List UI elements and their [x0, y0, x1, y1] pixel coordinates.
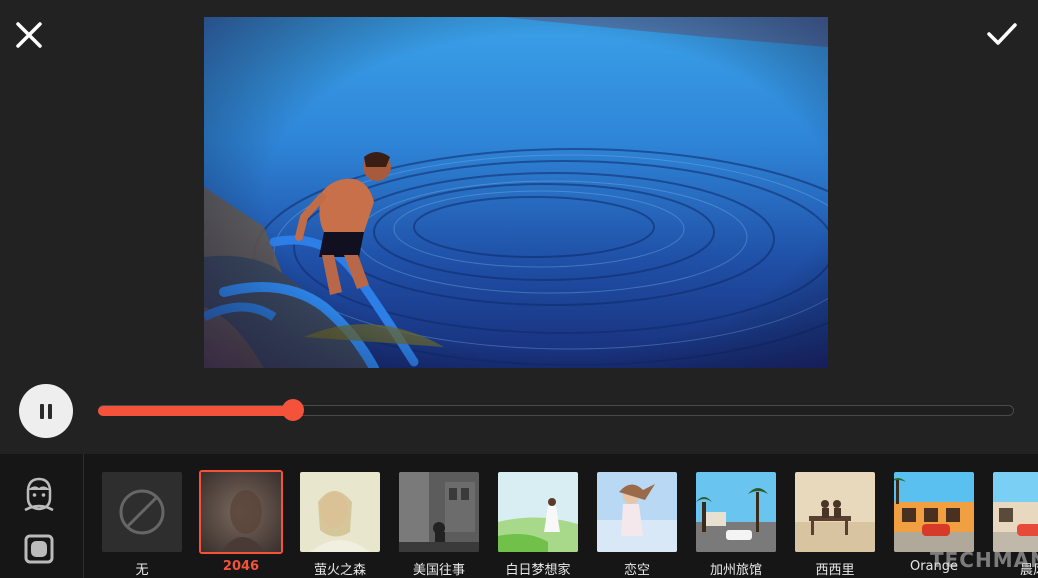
watermark: TECHMAN [930, 548, 1038, 572]
filter-label: 恋空 [623, 563, 650, 578]
filter-label: 西西里 [815, 563, 855, 578]
filter-label: 美国往事 [412, 563, 465, 578]
close-icon [16, 22, 42, 48]
face-tool-button[interactable] [22, 476, 56, 512]
filter-item-daydreamer[interactable]: 白日梦想家 [496, 470, 580, 578]
pause-icon-bar [48, 404, 52, 419]
filter-item-2046[interactable]: 2046 [199, 470, 283, 578]
filter-label: 加州旅馆 [709, 563, 762, 578]
filter-thumbnail [102, 472, 182, 552]
filter-item-sky-of-love[interactable]: 恋空 [595, 470, 679, 578]
filter-thumbnail [399, 472, 479, 552]
filter-item-sicily[interactable]: 西西里 [793, 470, 877, 578]
filter-label: 2046 [222, 559, 260, 574]
square-shape-icon [24, 534, 54, 564]
checkmark-icon [987, 23, 1017, 45]
filter-label: 萤火之森 [313, 563, 366, 578]
progress-thumb[interactable] [282, 399, 305, 421]
editor-top-area [0, 0, 1038, 380]
filter-label: 无 [135, 563, 149, 578]
filter-thumbnail [894, 472, 974, 552]
filter-thumbnail [199, 470, 283, 554]
video-preview[interactable] [204, 17, 828, 368]
filter-label: 白日梦想家 [505, 563, 571, 578]
progress-fill [98, 406, 294, 416]
confirm-button[interactable] [984, 16, 1020, 52]
filter-thumbnail [993, 472, 1038, 552]
filter-thumbnail [795, 472, 875, 552]
filter-thumbnail [696, 472, 776, 552]
close-button[interactable] [12, 18, 46, 52]
tool-sidebar [0, 454, 84, 578]
filter-thumbnail [498, 472, 578, 552]
shape-tool-button[interactable] [24, 534, 54, 564]
face-icon [24, 477, 54, 512]
playback-controls [0, 380, 1038, 454]
pause-button[interactable] [19, 384, 73, 438]
filter-thumbnail [597, 472, 677, 552]
no-filter-icon [119, 489, 165, 535]
filter-thumbnail [300, 472, 380, 552]
filter-item-firefly-forest[interactable]: 萤火之森 [298, 470, 382, 578]
filter-item-none[interactable]: 无 [100, 470, 184, 578]
filter-item-once-upon-a-time-in-america[interactable]: 美国往事 [397, 470, 481, 578]
filter-panel: 无 2046 萤火之森 美国往事 白日梦想家 恋空 加州旅馆 西西里 Orang… [0, 454, 1038, 578]
pause-icon [40, 404, 44, 419]
filter-item-hotel-california[interactable]: 加州旅馆 [694, 470, 778, 578]
filter-list: 无 2046 萤火之森 美国往事 白日梦想家 恋空 加州旅馆 西西里 Orang… [84, 454, 1038, 578]
